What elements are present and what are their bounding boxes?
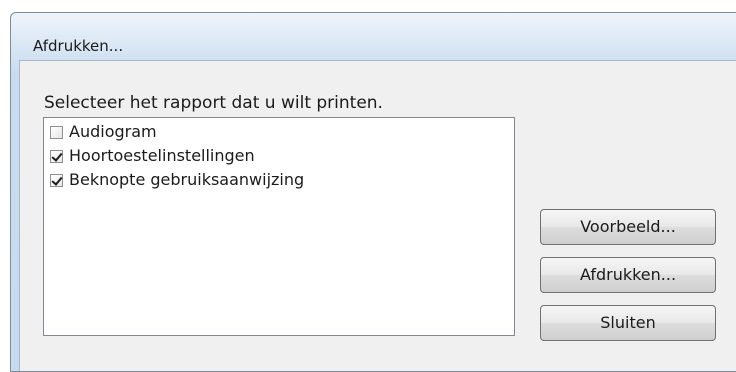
preview-button[interactable]: Voorbeeld... [540,209,716,245]
report-item-label: Beknopte gebruiksaanwijzing [69,170,305,189]
report-checkbox-beknopte-gebruiksaanwijzing[interactable] [50,173,63,187]
report-item-label: Audiogram [69,122,157,141]
report-item-hoortoestelinstellingen[interactable]: Hoortoestelinstellingen [50,146,255,166]
report-checkbox-hoortoestelinstellingen[interactable] [50,149,63,163]
close-button[interactable]: Sluiten [540,305,716,341]
dialog-title: Afdrukken... [33,37,124,55]
print-dialog-window: Afdrukken... Selecteer het rapport dat u… [10,12,736,372]
title-bar[interactable]: Afdrukken... [11,13,736,59]
print-button[interactable]: Afdrukken... [540,257,716,293]
report-item-beknopte-gebruiksaanwijzing[interactable]: Beknopte gebruiksaanwijzing [50,170,304,190]
report-item-audiogram[interactable]: Audiogram [50,122,157,142]
report-item-label: Hoortoestelinstellingen [69,146,255,165]
report-listbox[interactable]: Audiogram Hoortoestelinstellingen Beknop… [43,117,515,336]
instruction-text: Selecteer het rapport dat u wilt printen… [44,93,383,113]
dialog-client-area: Selecteer het rapport dat u wilt printen… [19,60,736,371]
report-checkbox-audiogram[interactable] [50,125,63,139]
